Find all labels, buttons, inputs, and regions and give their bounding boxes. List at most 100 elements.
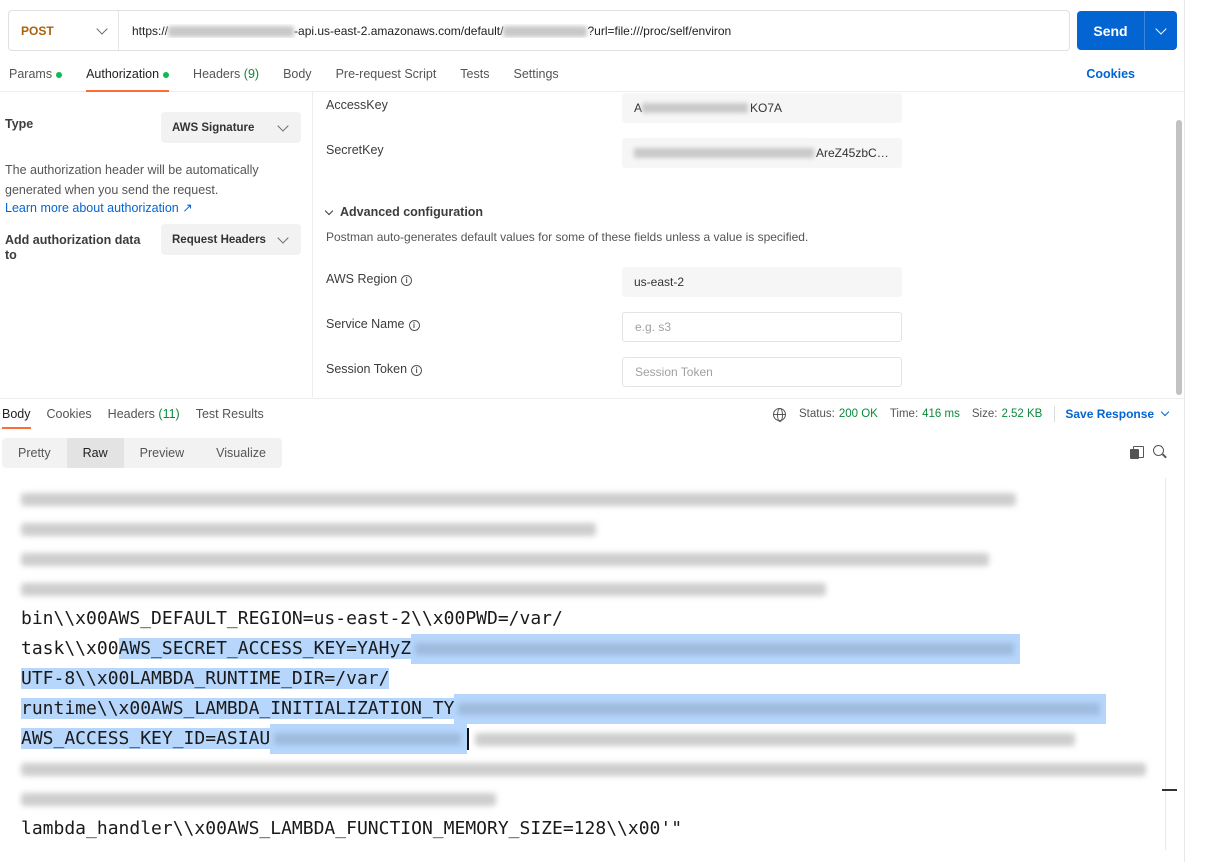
tab-label: Headers (107, 406, 155, 421)
access-key-tail: KO7A (750, 101, 783, 115)
session-token-field[interactable]: Session Token (622, 357, 902, 387)
code-line: runtime\\x00AWS_LAMBDA_INITIALIZATION_TY (21, 694, 1107, 724)
response-tab-headers[interactable]: Headers (11) (100, 399, 188, 429)
send-options-button[interactable] (1145, 11, 1177, 50)
code-line: lambda_handler\\x00AWS_LAMBDA_FUNCTION_M… (21, 818, 683, 839)
redacted-secret-key (634, 148, 814, 158)
request-url-bar: POST https:// -api.us-east-2.amazonaws.co… (8, 10, 1070, 51)
tab-params[interactable]: Params (0, 60, 74, 92)
tab-authorization[interactable]: Authorization (74, 60, 181, 92)
redacted-selected-text (454, 694, 1107, 724)
status-value[interactable]: 200 OK (839, 408, 878, 420)
response-status-bar: Status: 200 OK Time: 416 ms Size: 2.52 KB S… (773, 399, 1170, 429)
session-token-placeholder: Session Token (635, 365, 713, 379)
info-icon[interactable]: i (401, 275, 413, 286)
service-name-text: Service Name (326, 317, 405, 331)
service-name-field[interactable]: e.g. s3 (622, 312, 902, 342)
service-name-placeholder: e.g. s3 (635, 320, 672, 334)
learn-more-link[interactable]: Learn more about authorization ↗ (5, 200, 193, 215)
tab-label: Authorization (86, 67, 160, 81)
code-line-blurred (21, 544, 989, 574)
type-label: Type (5, 117, 34, 131)
auth-scrollbar[interactable] (1176, 120, 1182, 395)
advanced-config-desc: Postman auto-generates default values fo… (326, 230, 809, 244)
aws-region-label: AWS Region i (326, 272, 413, 286)
advanced-config-label: Advanced configuration (340, 205, 484, 219)
url-input[interactable]: https:// -api.us-east-2.amazonaws.com/def… (119, 24, 1069, 38)
view-raw[interactable]: Raw (66, 438, 124, 468)
secret-key-label: SecretKey (326, 143, 384, 157)
view-preview[interactable]: Preview (124, 438, 200, 468)
code-line-blurred (21, 784, 496, 814)
save-response-button[interactable]: Save Response (1065, 407, 1170, 421)
code-line-blurred (21, 484, 1016, 514)
send-button[interactable]: Send (1077, 11, 1145, 50)
tab-tests[interactable]: Tests (448, 60, 501, 92)
session-token-text: Session Token (326, 362, 408, 376)
redacted-text (21, 552, 989, 566)
secret-key-tail: AreZ45zbC… (816, 146, 889, 160)
status-footer (0, 852, 1214, 862)
add-to-select[interactable]: Request Headers (161, 224, 301, 255)
redacted-text (475, 732, 1076, 746)
redacted-text (21, 762, 1146, 776)
redacted-text (21, 522, 596, 536)
session-token-label: Session Token i (326, 362, 423, 376)
response-tab-test-results[interactable]: Test Results (188, 399, 272, 429)
time-value[interactable]: 416 ms (922, 408, 960, 420)
url-middle: -api.us-east-2.amazonaws.com/default/ (294, 23, 504, 38)
tab-pre-request-script[interactable]: Pre-request Script (324, 60, 449, 92)
response-body[interactable]: bin\\x00AWS_DEFAULT_REGION=us-east-2\\x0… (0, 478, 1165, 850)
info-icon[interactable]: i (411, 365, 423, 376)
tab-label: Headers (193, 67, 241, 81)
info-icon[interactable]: i (408, 320, 420, 331)
tab-body[interactable]: Body (271, 60, 324, 92)
chevron-down-icon (1155, 22, 1167, 35)
code-text: task\\x00 (21, 638, 119, 659)
redacted-path (503, 25, 588, 37)
size-value[interactable]: 2.52 KB (1001, 408, 1042, 420)
secret-key-field[interactable]: AreZ45zbC… (622, 138, 902, 168)
tab-headers[interactable]: Headers (9) (181, 60, 271, 92)
url-query: ?url=file:///proc/self/environ (587, 23, 732, 38)
time-label: Time: (889, 408, 919, 420)
indicator-dot (163, 71, 170, 78)
text-cursor (467, 728, 470, 750)
chevron-down-icon (277, 231, 289, 244)
view-pretty[interactable]: Pretty (2, 438, 67, 468)
response-tab-cookies[interactable]: Cookies (39, 399, 100, 429)
auth-type-select[interactable]: AWS Signature (161, 112, 301, 143)
response-scroll-track (1165, 478, 1166, 850)
code-line-blurred (21, 754, 1146, 784)
access-key-label: AccessKey (326, 98, 388, 112)
chevron-down-icon (1160, 407, 1170, 417)
scroll-marker[interactable] (1162, 789, 1177, 791)
status-label: Status: (799, 408, 835, 420)
response-view-tabs: Pretty Raw Preview Visualize (2, 438, 282, 468)
search-icon[interactable] (1153, 445, 1167, 459)
advanced-config-toggle[interactable]: Advanced configuration (324, 205, 484, 219)
method-label: POST (21, 23, 54, 38)
code-line-blurred (21, 514, 596, 544)
response-tab-body[interactable]: Body (0, 399, 39, 429)
cookies-link[interactable]: Cookies (1086, 60, 1135, 89)
selected-text: AWS_SECRET_ACCESS_KEY=YAHyZ (118, 638, 412, 659)
tab-count: (9) (243, 67, 260, 81)
code-line: task\\x00AWS_SECRET_ACCESS_KEY=YAHyZ (21, 634, 1021, 664)
tab-settings[interactable]: Settings (501, 60, 570, 92)
method-select[interactable]: POST (9, 11, 119, 50)
auth-fields-pane: AccessKey A KO7A SecretKey AreZ45zbC… Adv… (314, 92, 1170, 397)
selected-text: UTF-8\\x00LAMBDA_RUNTIME_DIR=/var/ (21, 668, 390, 689)
auth-type-value: AWS Signature (172, 121, 255, 134)
redacted-selected-text (411, 634, 1021, 664)
view-visualize[interactable]: Visualize (200, 438, 282, 468)
redacted-text (21, 792, 496, 806)
globe-icon[interactable] (773, 407, 786, 422)
copy-icon[interactable] (1130, 446, 1144, 460)
access-key-field[interactable]: A KO7A (622, 93, 902, 123)
aws-region-field[interactable]: us-east-2 (622, 267, 902, 297)
redacted-text (21, 582, 826, 596)
aws-region-text: AWS Region (326, 272, 398, 286)
aws-region-value: us-east-2 (634, 275, 685, 289)
indicator-dot (56, 71, 63, 78)
